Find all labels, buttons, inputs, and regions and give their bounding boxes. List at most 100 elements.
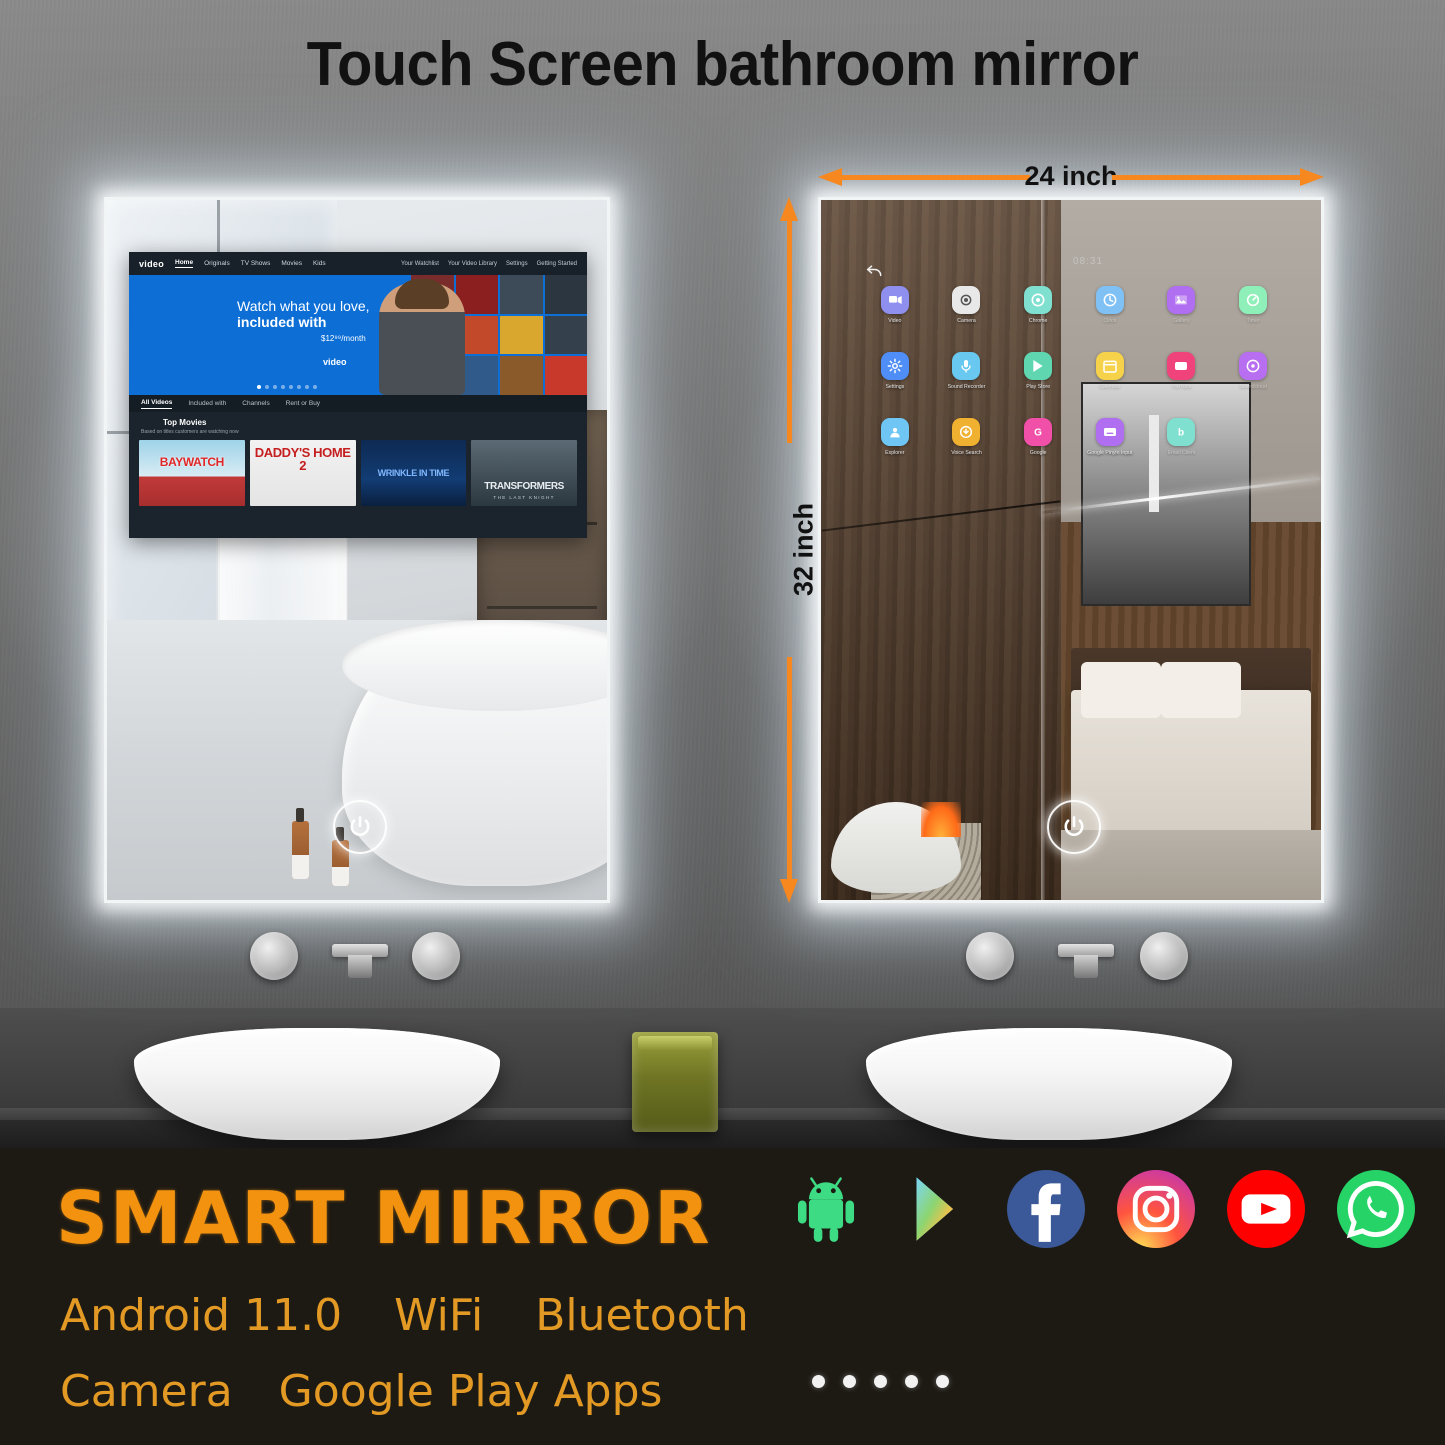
youtube-logo-icon (1241, 1194, 1291, 1224)
carousel-pager[interactable] (812, 1375, 949, 1388)
video-streaming-app[interactable]: video Home Originals TV Shows Movies Kid… (129, 252, 587, 538)
soap-dispenser (292, 808, 309, 879)
movie-poster[interactable]: DADDY'S HOME 2 (249, 440, 356, 506)
video-app-navbar: video Home Originals TV Shows Movies Kid… (129, 252, 587, 275)
carousel-dots[interactable] (257, 385, 317, 389)
nav-item-home[interactable]: Home (175, 259, 194, 268)
instagram-logo-icon (1117, 1170, 1195, 1248)
gear-icon (880, 352, 909, 380)
feature-camera: Camera (60, 1366, 233, 1417)
nav-item-originals[interactable]: Originals (204, 260, 230, 267)
android-logo-icon (797, 1177, 855, 1242)
faucet-knob-left (250, 932, 298, 980)
app-gallery[interactable]: Gallery (1146, 286, 1218, 324)
nav-item-kids[interactable]: Kids (313, 260, 326, 267)
arrow-right-icon (1300, 168, 1324, 186)
feature-row-1: Android 11.0 WiFi Bluetooth (60, 1290, 749, 1341)
app-email-client[interactable]: b Email Client (1146, 418, 1218, 456)
app-voice-search[interactable]: Voice Search (931, 418, 1003, 456)
pager-dot[interactable] (874, 1375, 887, 1388)
movie-poster[interactable]: BAYWATCH (139, 440, 245, 506)
tab-all-videos[interactable]: All Videos (141, 399, 173, 409)
tab-channels[interactable]: Channels (242, 400, 269, 407)
chrome-icon (1024, 286, 1053, 314)
pager-dot[interactable] (936, 1375, 949, 1388)
arrow-up-icon (780, 197, 798, 221)
app-sound-recorder[interactable]: Sound Recorder (931, 352, 1003, 390)
brand-title: SMART MIRROR (56, 1176, 712, 1260)
poster-title: TRANSFORMERS (484, 481, 564, 492)
app-label: YouTube (1171, 384, 1192, 390)
app-label: Explorer (885, 450, 905, 456)
app-google[interactable]: G Google (1002, 418, 1074, 456)
dimension-bar (787, 221, 792, 443)
back-arrow-icon[interactable] (863, 262, 885, 282)
tab-included-with[interactable]: Included with (188, 400, 226, 407)
app-play-store[interactable]: Play Store (1002, 352, 1074, 390)
smart-mirror-right[interactable]: 08:31 Video Camera Chrome Clock Gallery Timer… (818, 197, 1324, 903)
camera-icon (952, 286, 981, 314)
app-label: Soundcloud (1239, 384, 1267, 390)
app-icon-grid: Video Camera Chrome Clock Gallery Timer Settin… (859, 286, 1289, 456)
app-label: Google Pinyin Input (1087, 450, 1133, 456)
faucet-spout-left (332, 944, 388, 978)
nav-settings[interactable]: Settings (506, 261, 528, 267)
faucet-spout-right (1058, 944, 1114, 978)
faucet-knob-right (412, 932, 460, 980)
google-play-logo (897, 1170, 975, 1248)
hero-line-2: included with (237, 313, 327, 330)
app-chrome[interactable]: Chrome (1002, 286, 1074, 324)
feature-google-play-apps: Google Play Apps (278, 1366, 663, 1417)
movie-poster[interactable]: WRINKLE IN TIME (360, 440, 467, 506)
pager-dot[interactable] (812, 1375, 825, 1388)
height-label: 32 inch (788, 502, 819, 597)
whatsapp-logo-icon (1346, 1180, 1404, 1239)
pager-dot[interactable] (843, 1375, 856, 1388)
video-camera-icon (880, 286, 909, 314)
hero-banner[interactable]: Watch what you love, included with $12⁹⁹… (129, 275, 587, 395)
app-camera[interactable]: Camera (931, 286, 1003, 324)
feature-banner: SMART MIRROR Android 11.0 WiFi Bluetooth… (0, 1148, 1445, 1445)
app-timer[interactable]: Timer (1217, 286, 1289, 324)
app-clock[interactable]: Clock (1074, 286, 1146, 324)
smart-mirror-left[interactable]: video Home Originals TV Shows Movies Kid… (104, 197, 610, 903)
power-button[interactable] (333, 800, 387, 854)
hero-character-image (379, 279, 465, 395)
pager-dot[interactable] (905, 1375, 918, 1388)
google-play-logo-icon (916, 1177, 954, 1241)
power-button[interactable] (1047, 800, 1101, 854)
app-video[interactable]: Video (859, 286, 931, 324)
nav-video-library[interactable]: Your Video Library (448, 261, 497, 267)
android-launcher[interactable]: 08:31 Video Camera Chrome Clock Gallery Timer… (821, 200, 1321, 900)
app-soundcloud[interactable]: Soundcloud (1217, 352, 1289, 390)
app-label: Timer (1246, 318, 1260, 324)
hero-brand: video (323, 357, 347, 368)
facebook-logo (1007, 1170, 1085, 1248)
app-label: Email Client (1167, 450, 1196, 456)
whatsapp-logo (1337, 1170, 1415, 1248)
app-settings[interactable]: Settings (859, 352, 931, 390)
movie-poster[interactable]: TRANSFORMERS THE LAST KNIGHT (471, 440, 577, 506)
shelf (487, 606, 597, 609)
tab-rent-or-buy[interactable]: Rent or Buy (286, 400, 320, 407)
app-youtube[interactable]: YouTube (1146, 352, 1218, 390)
nav-item-movies[interactable]: Movies (281, 260, 302, 267)
timer-icon (1239, 286, 1268, 314)
app-logo-row (787, 1170, 1415, 1248)
power-icon (1064, 816, 1084, 836)
voice-search-icon (952, 418, 981, 446)
nav-item-tv-shows[interactable]: TV Shows (241, 260, 271, 267)
youtube-icon (1167, 352, 1196, 380)
faucet-knob-left (966, 932, 1014, 980)
feature-wifi: WiFi (394, 1290, 484, 1341)
green-candle (632, 1032, 718, 1132)
nav-watchlist[interactable]: Your Watchlist (401, 261, 439, 267)
nav-getting-started[interactable]: Getting Started (537, 261, 577, 267)
app-explorer[interactable]: Explorer (859, 418, 931, 456)
poster-title: WRINKLE IN TIME (377, 467, 450, 478)
keyboard-input-icon (1095, 418, 1124, 446)
app-label: Gallery (1173, 318, 1190, 324)
app-google-pinyin-input[interactable]: Google Pinyin Input (1074, 418, 1146, 456)
svg-text:G: G (1034, 427, 1042, 438)
app-calendar[interactable]: Calendar (1074, 352, 1146, 390)
